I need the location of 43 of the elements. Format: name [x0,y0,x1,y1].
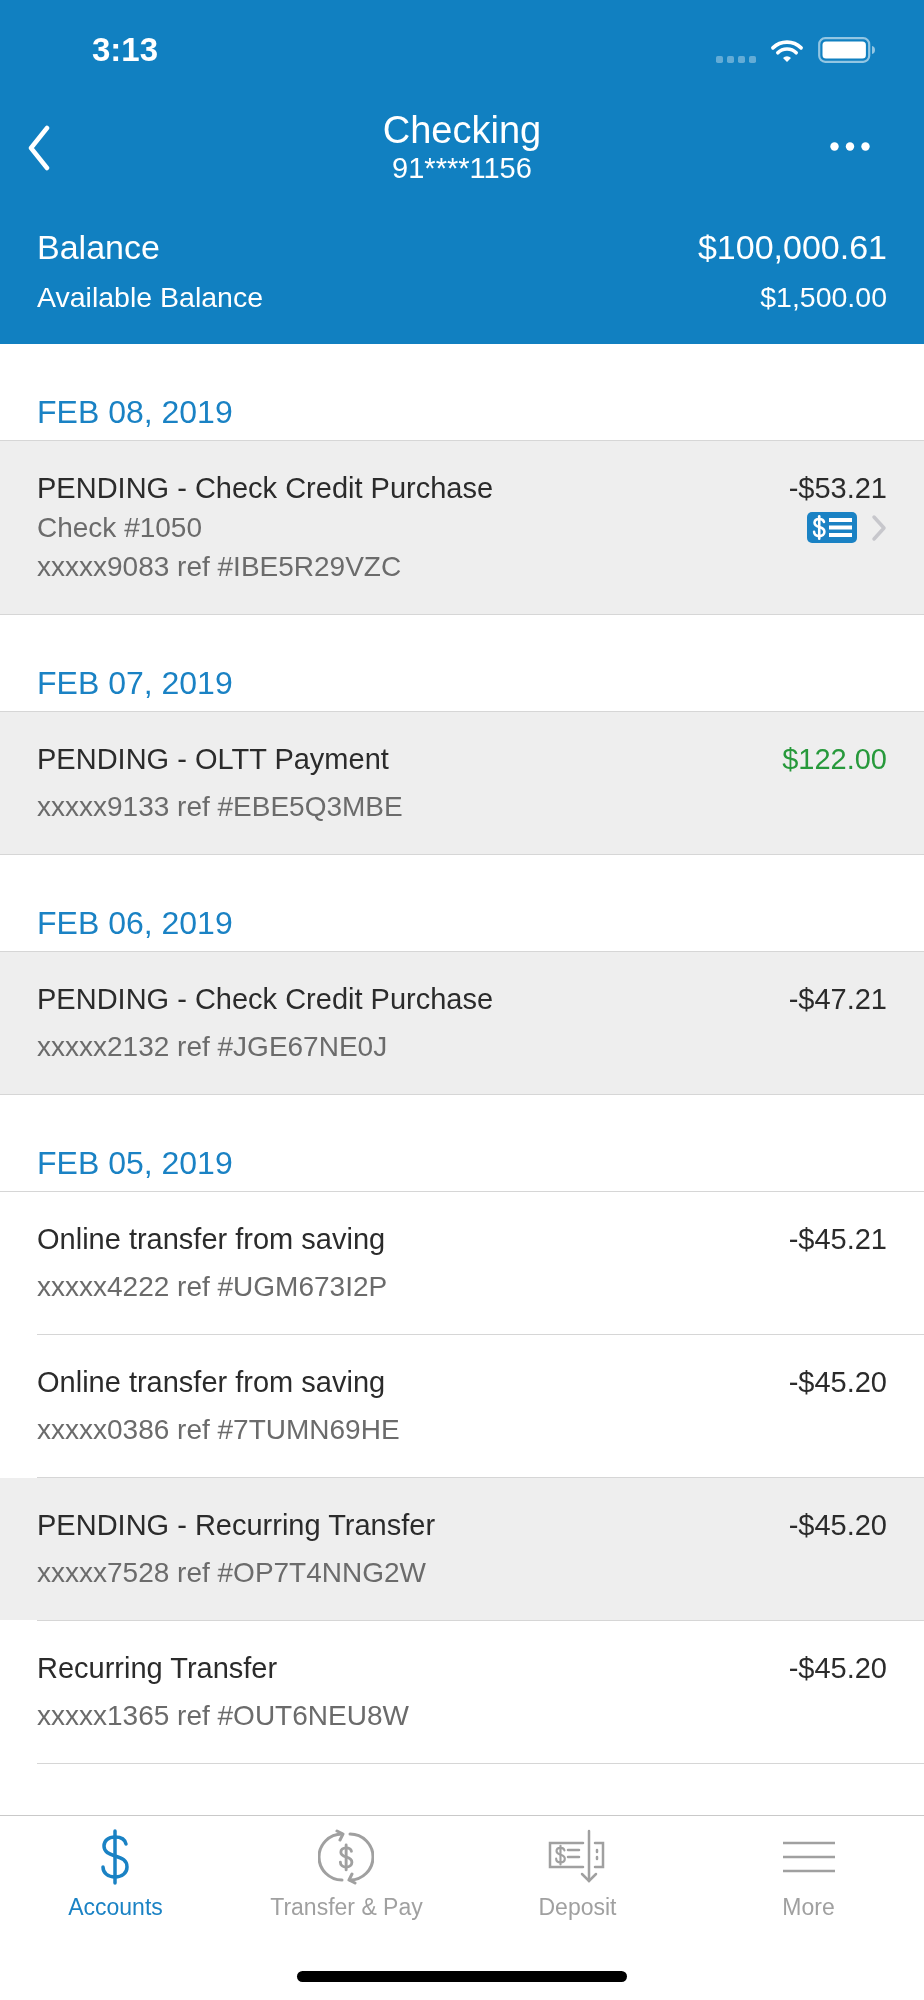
more-button[interactable] [828,140,872,153]
transaction-title: Recurring Transfer [37,1651,279,1686]
transaction-amount: -$47.21 [788,982,887,1017]
transaction-row[interactable]: PENDING - OLTT Payment xxxxx9133 ref #EBE5Q3MBE $122.00 [0,712,924,854]
ellipsis-icon [830,142,870,151]
circular-arrows-dollar-icon [318,1829,375,1885]
status-time: 3:13 [92,30,159,70]
transaction-amount: -$45.20 [788,1365,887,1400]
transaction-detail: xxxxx9083 ref #IBE5R29VZC [37,550,403,584]
transaction-amount: -$45.20 [788,1651,887,1686]
transaction-title: Online transfer from saving [37,1365,387,1400]
transaction-detail: Check #1050 [37,511,203,545]
transaction-amount: -$45.21 [788,1222,887,1257]
transaction-title: Online transfer from saving [37,1222,387,1257]
chevron-left-icon [28,125,50,171]
transaction-amount: -$45.20 [788,1508,887,1543]
transaction-row[interactable]: PENDING - Check Credit Purchase xxxxx2132 ref #JGE67NE0J -$47.21 [0,952,924,1094]
balance-label: Balance [37,227,160,268]
transaction-row[interactable]: PENDING - Check Credit Purchase Check #1050 xxxxx9083 ref #IBE5R29VZC -$53.21 [0,441,924,614]
signal-icon [716,55,756,63]
tab-button[interactable]: Accounts [68,1829,163,1922]
transaction-title: PENDING - Recurring Transfer [37,1508,437,1543]
battery-icon [818,37,876,63]
transaction-amount: -$53.21 [788,471,887,506]
transaction-title: PENDING - OLTT Payment [37,742,390,777]
transaction-title: PENDING - Check Credit Purchase [37,471,495,506]
balance-amount: $1,500.00 [760,280,887,315]
transaction-detail: xxxxx7528 ref #OP7T4NNG2W [37,1556,428,1590]
transaction-row[interactable]: PENDING - Recurring Transfer xxxxx7528 ref #OP7T4NNG2W -$45.20 [0,1478,924,1620]
dollar-card-icon[interactable] [807,512,857,543]
transaction-detail: xxxxx2132 ref #JGE67NE0J [37,1030,389,1064]
balance-label: Available Balance [37,280,264,315]
transaction-detail: xxxxx9133 ref #EBE5Q3MBE [37,790,404,824]
transaction-detail: xxxxx1365 ref #OUT6NEU8W [37,1699,410,1733]
chevron-right-icon [871,513,887,542]
balance-amount: $100,000.61 [697,227,887,268]
wifi-icon [770,37,804,63]
transaction-detail: xxxxx0386 ref #7TUMN69HE [37,1413,401,1447]
transaction-amount: $122.00 [782,742,887,777]
account-number: 91****1156 [392,151,532,185]
transaction-title: PENDING - Check Credit Purchase [37,982,495,1017]
account-title: Checking [382,109,542,151]
transaction-detail: xxxxx4222 ref #UGM673I2P [37,1270,389,1304]
